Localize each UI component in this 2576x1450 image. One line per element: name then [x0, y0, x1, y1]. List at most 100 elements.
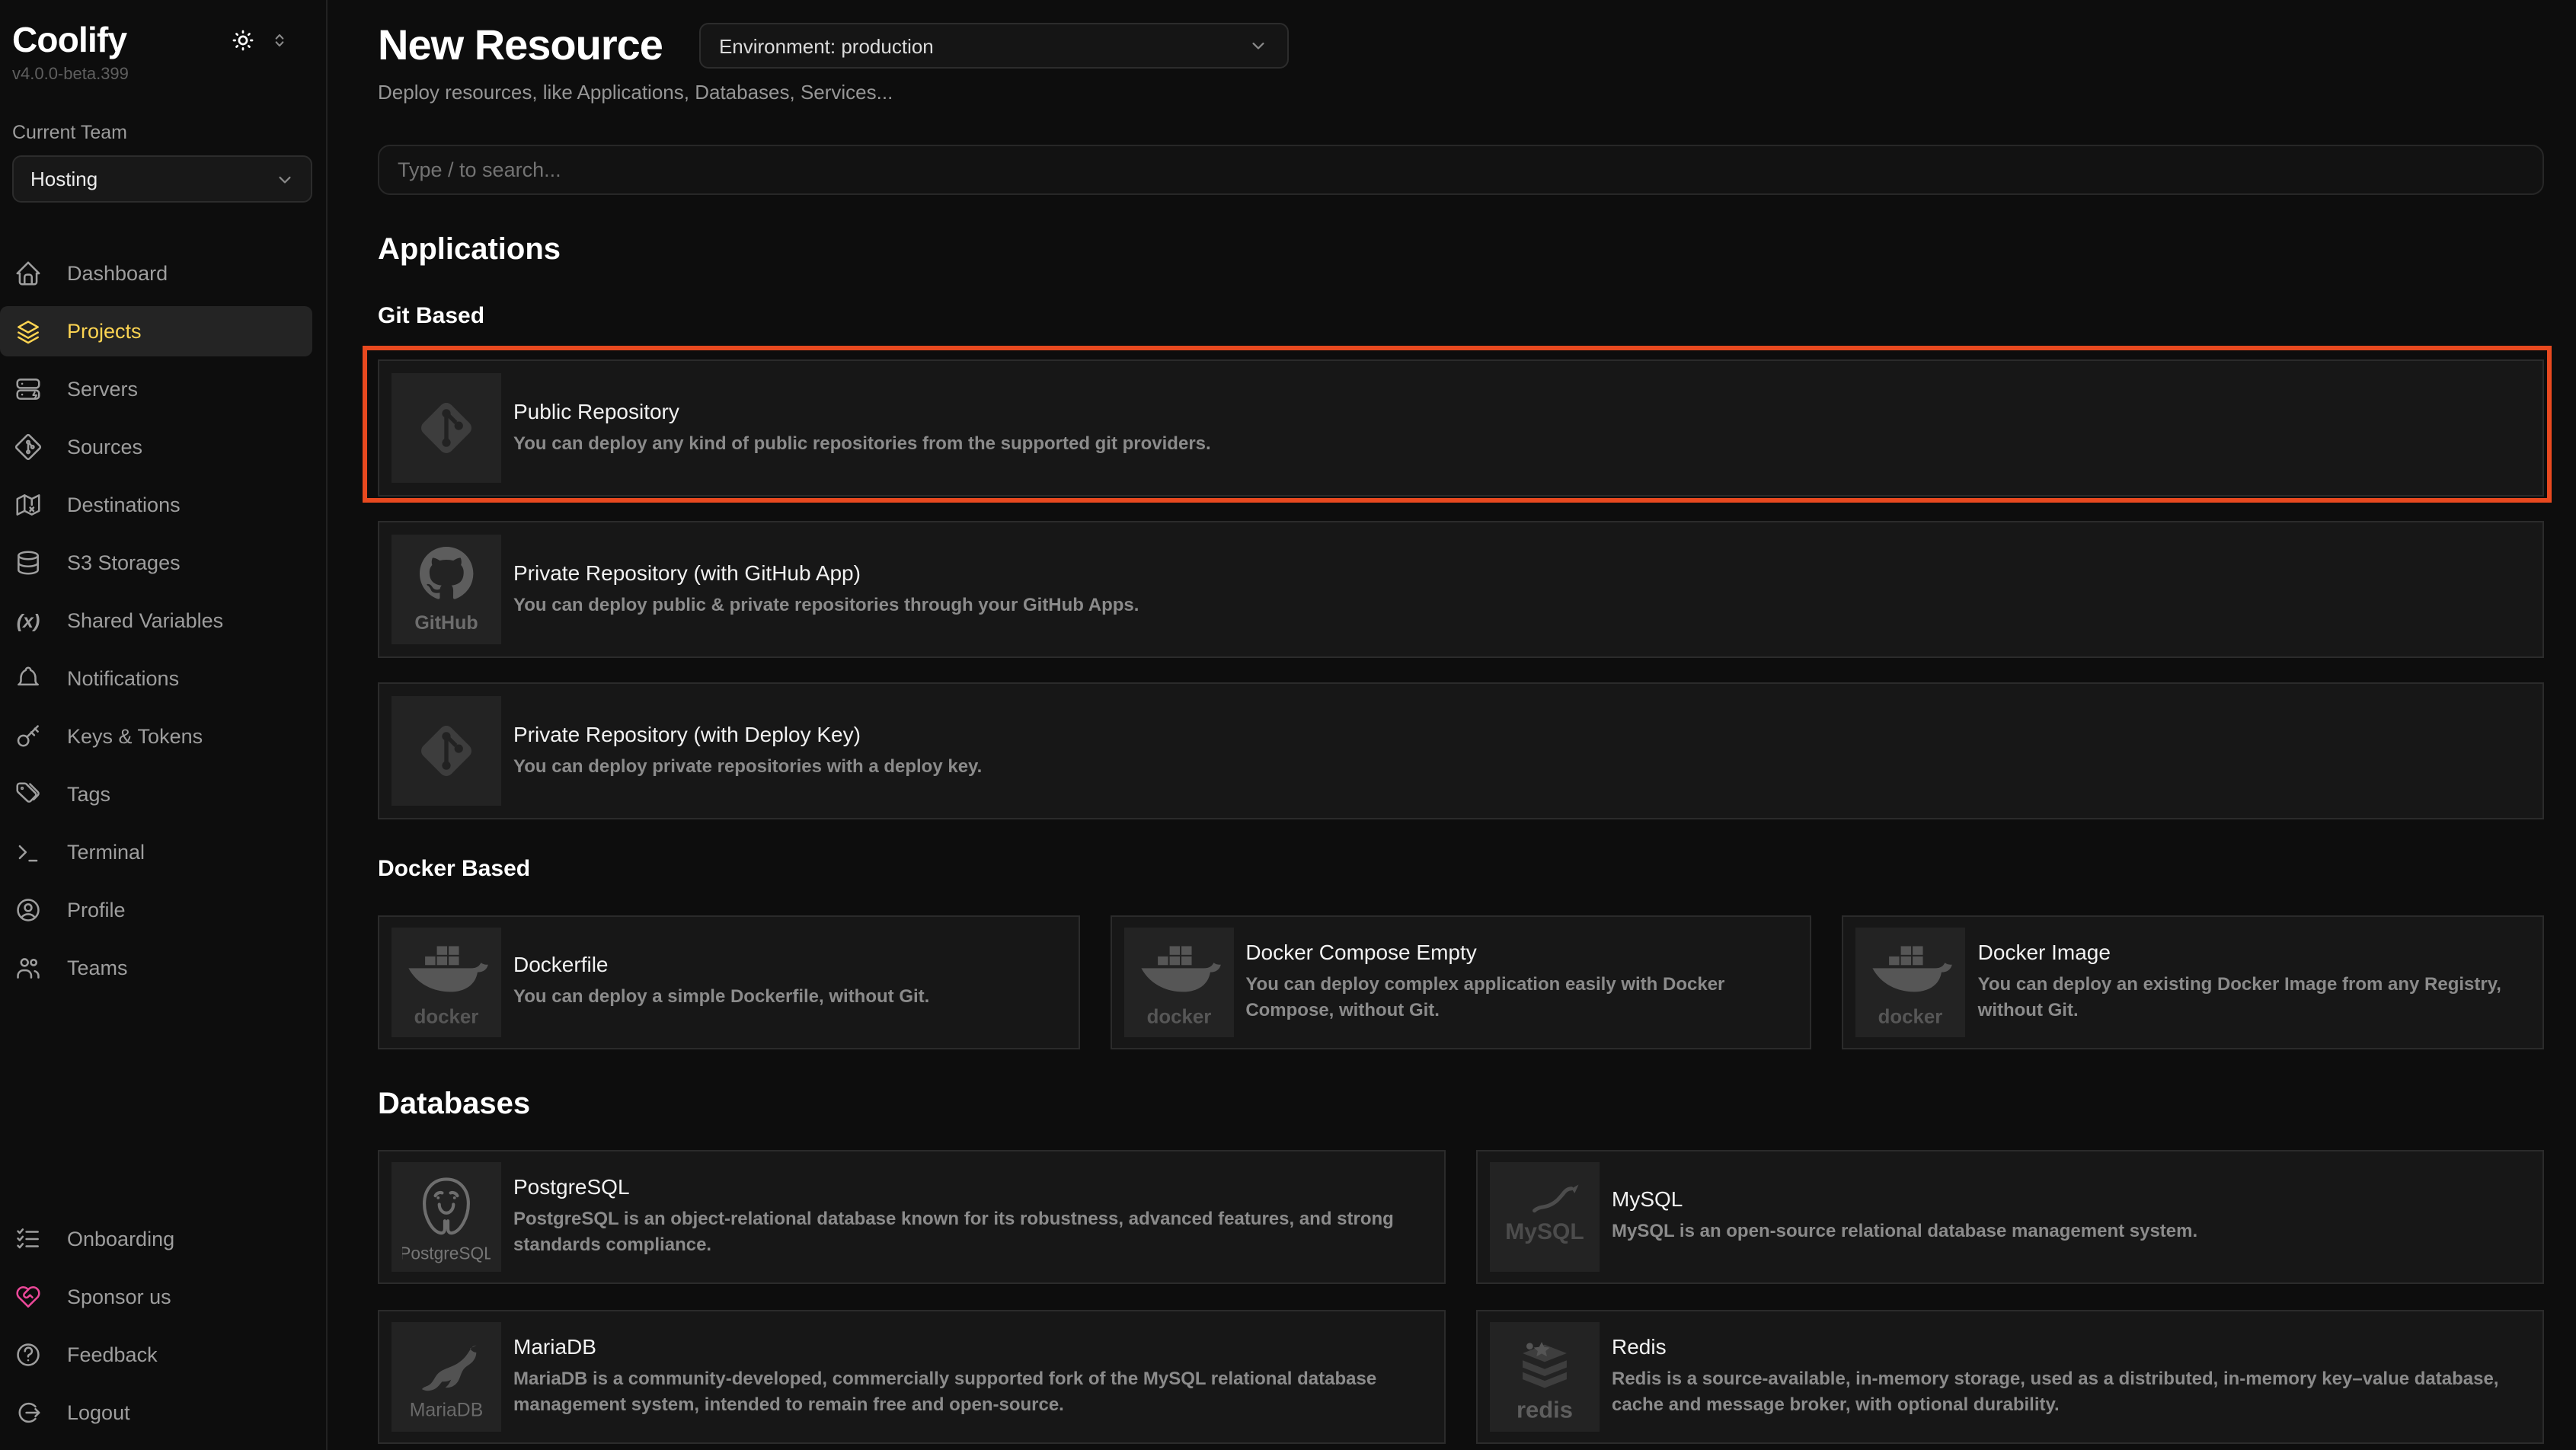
resource-card-mariadb[interactable]: MariaDB MariaDB MariaDB is a community-d…: [378, 1309, 1446, 1443]
sidebar-item-logout[interactable]: Logout: [0, 1388, 312, 1438]
app-version: v4.0.0-beta.399: [12, 65, 312, 84]
sidebar-collapse-selector-icon[interactable]: [270, 27, 289, 53]
resource-card-docker-compose-empty[interactable]: docker Docker Compose Empty You can depl…: [1110, 915, 1811, 1049]
sidebar-item-onboarding[interactable]: Onboarding: [0, 1214, 312, 1264]
svg-text:docker: docker: [414, 1006, 479, 1027]
sidebar-item-label: Logout: [67, 1401, 130, 1424]
card-description: PostgreSQL is an object-relational datab…: [513, 1206, 1411, 1259]
mariadb-icon: MariaDB: [392, 1321, 501, 1431]
sidebar-menu: Dashboard Projects Servers Sources Desti…: [0, 248, 326, 993]
card-description: MariaDB is a community-developed, commer…: [513, 1365, 1411, 1419]
sidebar-item-label: Sponsor us: [67, 1286, 171, 1308]
card-description: You can deploy private repositories with…: [513, 753, 982, 780]
app-window: Coolify v4.0.0-beta.399 Current Team Hos…: [0, 0, 2576, 1450]
svg-text:docker: docker: [1146, 1006, 1211, 1027]
resource-card-private-repository-github-app[interactable]: GitHub Private Repository (with GitHub A…: [378, 521, 2544, 658]
sidebar-item-terminal[interactable]: Terminal: [0, 827, 312, 877]
resource-card-dockerfile[interactable]: docker Dockerfile You can deploy a simpl…: [378, 915, 1079, 1049]
sidebar-item-label: Keys & Tokens: [67, 725, 203, 748]
team-select-value: Hosting: [30, 168, 97, 190]
sidebar-item-label: Teams: [67, 957, 128, 979]
sidebar-item-dashboard[interactable]: Dashboard: [0, 248, 312, 299]
logout-icon: [14, 1398, 43, 1427]
environment-select[interactable]: Environment: production: [699, 23, 1289, 69]
home-icon: [14, 259, 43, 288]
sidebar-item-label: Sources: [67, 436, 142, 458]
users-icon: [14, 953, 43, 982]
app-title: Coolify: [12, 21, 126, 58]
svg-text:redis: redis: [1517, 1396, 1573, 1423]
sidebar-item-teams[interactable]: Teams: [0, 943, 312, 993]
sidebar-item-label: Feedback: [67, 1343, 158, 1366]
card-title: MariaDB: [513, 1333, 1411, 1358]
docker-icon: docker: [1856, 927, 1966, 1036]
sidebar-item-label: Terminal: [67, 841, 145, 864]
card-title: Private Repository (with Deploy Key): [513, 721, 982, 746]
theme-toggle-sun-icon[interactable]: [230, 27, 256, 53]
card-description: You can deploy any kind of public reposi…: [513, 430, 1211, 457]
sidebar-item-profile[interactable]: Profile: [0, 885, 312, 935]
help-circle-icon: [14, 1340, 43, 1369]
card-title: Redis: [1612, 1333, 2509, 1358]
page-title: New Resource: [378, 24, 663, 67]
resource-card-private-repository-deploy-key[interactable]: Private Repository (with Deploy Key) You…: [378, 682, 2544, 819]
card-description: You can deploy complex application easil…: [1245, 971, 1776, 1024]
sidebar-item-sponsor-us[interactable]: Sponsor us: [0, 1272, 312, 1322]
sidebar: Coolify v4.0.0-beta.399 Current Team Hos…: [0, 0, 328, 1450]
sidebar-item-servers[interactable]: Servers: [0, 364, 312, 414]
resource-card-postgresql[interactable]: PostgreSQL PostgreSQL PostgreSQL is an o…: [378, 1149, 1446, 1283]
card-title: Docker Image: [1978, 939, 2509, 963]
sidebar-item-notifications[interactable]: Notifications: [0, 653, 312, 704]
database-icon: [14, 548, 43, 577]
resource-card-redis[interactable]: redis Redis Redis is a source-available,…: [1476, 1309, 2544, 1443]
current-team-label: Current Team: [12, 122, 312, 143]
sidebar-item-shared-variables[interactable]: (x) Shared Variables: [0, 596, 312, 646]
git-based-heading: Git Based: [378, 305, 2544, 329]
page-subtitle: Deploy resources, like Applications, Dat…: [378, 81, 2544, 104]
key-icon: [14, 722, 43, 751]
databases-heading: Databases: [378, 1088, 2544, 1120]
github-icon: GitHub: [392, 535, 501, 644]
git-icon: [14, 433, 43, 462]
resource-card-public-repository[interactable]: Public Repository You can deploy any kin…: [378, 359, 2544, 497]
user-circle-icon: [14, 896, 43, 925]
sidebar-item-sources[interactable]: Sources: [0, 422, 312, 472]
tags-icon: [14, 780, 43, 809]
git-icon: [392, 373, 501, 483]
environment-select-value: Environment: production: [719, 34, 934, 57]
team-select[interactable]: Hosting: [12, 155, 312, 203]
svg-text:MariaDB: MariaDB: [410, 1400, 484, 1420]
docker-icon: docker: [392, 927, 501, 1036]
sidebar-item-s3-storages[interactable]: S3 Storages: [0, 538, 312, 588]
card-title: MySQL: [1612, 1187, 2197, 1212]
resource-card-mysql[interactable]: MySQL MySQL MySQL is an open-source rela…: [1476, 1149, 2544, 1283]
svg-text:docker: docker: [1878, 1006, 1943, 1027]
card-title: Public Repository: [513, 398, 1211, 423]
card-title: Dockerfile: [513, 953, 929, 977]
card-description: You can deploy an existing Docker Image …: [1978, 971, 2509, 1024]
card-description: MySQL is an open-source relational datab…: [1612, 1219, 2197, 1246]
card-description: Redis is a source-available, in-memory s…: [1612, 1365, 2509, 1419]
docker-icon: docker: [1123, 927, 1233, 1036]
search-input[interactable]: [378, 145, 2544, 195]
checklist-icon: [14, 1225, 43, 1254]
mysql-icon: MySQL: [1490, 1161, 1600, 1271]
sidebar-item-label: Profile: [67, 899, 126, 921]
server-icon: [14, 375, 43, 404]
sidebar-item-projects[interactable]: Projects: [0, 306, 312, 356]
sidebar-item-tags[interactable]: Tags: [0, 769, 312, 819]
main-content: New Resource Environment: production Dep…: [328, 0, 2576, 1450]
variable-icon: (x): [14, 610, 43, 631]
sidebar-item-label: Dashboard: [67, 262, 168, 285]
docker-based-heading: Docker Based: [378, 858, 2544, 882]
sidebar-item-label: Notifications: [67, 667, 179, 690]
sidebar-item-label: Servers: [67, 378, 138, 401]
sidebar-item-label: Onboarding: [67, 1228, 174, 1250]
sidebar-item-feedback[interactable]: Feedback: [0, 1330, 312, 1380]
chevron-down-icon: [1248, 35, 1269, 56]
sidebar-item-keys-tokens[interactable]: Keys & Tokens: [0, 711, 312, 762]
svg-text:MySQL: MySQL: [1505, 1218, 1584, 1244]
resource-card-docker-image[interactable]: docker Docker Image You can deploy an ex…: [1843, 915, 2544, 1049]
sidebar-item-destinations[interactable]: Destinations: [0, 480, 312, 530]
card-description: You can deploy a simple Dockerfile, with…: [513, 985, 929, 1011]
